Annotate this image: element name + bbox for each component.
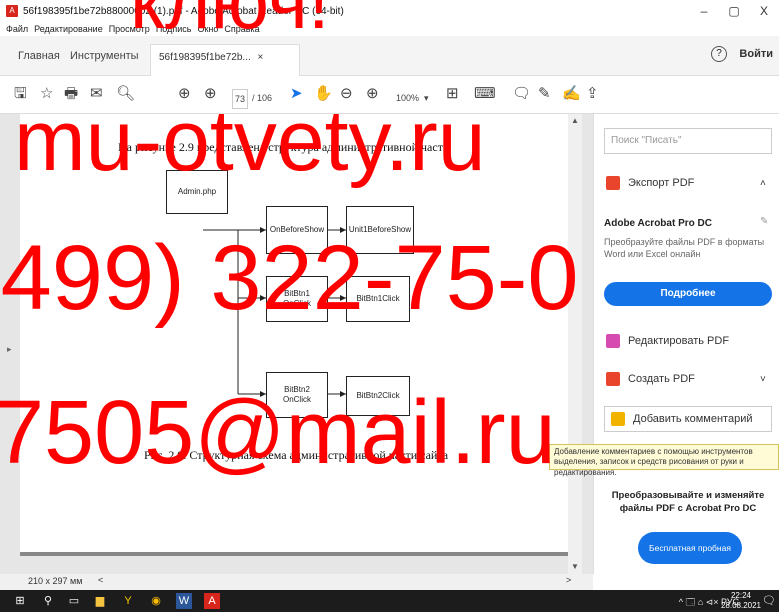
yandex-browser-icon[interactable]: Y [120,593,136,609]
page-size-label: 210 x 297 мм [28,576,83,586]
edit-pdf-icon [606,334,620,348]
tools-search-input[interactable]: Поиск "Писать" [604,128,772,154]
comment-icon[interactable]: 🗨 [512,85,531,103]
pdf-app-icon: A [6,5,18,17]
tab-document[interactable]: 56f198395f1be72b... × [150,44,300,76]
tool-create-pdf-label: Создать PDF [628,373,695,385]
watermark-line-3: (499) 322-75-0 [0,227,579,329]
help-icon[interactable]: ? [711,46,727,62]
free-trial-button[interactable]: Бесплатная пробная версия [638,532,742,585]
tab-home[interactable]: Главная [18,50,60,62]
chrome-icon[interactable]: ◉ [148,593,164,609]
clock[interactable]: 22:24 28.08.2021 [721,591,761,611]
create-pdf-icon [606,372,620,386]
tab-close-icon[interactable]: × [258,52,264,63]
comment-tool-icon [611,412,625,426]
tool-edit-pdf[interactable]: Редактировать PDF [606,334,729,348]
title-bar: A 56f198395f1be72b88000002 (1).pdf - Ado… [0,0,779,22]
export-pdf-icon [606,176,620,190]
promo-text: Преобразуйте файлы PDF в форматы Word ил… [604,237,765,260]
vertical-scrollbar[interactable]: ▲ ▼ [568,114,582,574]
scroll-right-icon[interactable]: > [566,575,571,585]
menu-file[interactable]: Файл [6,24,28,34]
page-separator [20,552,568,556]
signin-button[interactable]: Войти [739,48,773,60]
tab-document-label: 56f198395f1be72b... [159,52,251,63]
pen-icon[interactable]: ✎ [538,85,551,103]
share-icon[interactable]: ⇪ [586,85,599,103]
watermark-line-2: mu-otvety.ru [14,93,486,189]
notifications-icon[interactable]: 🗨 [762,594,776,607]
scroll-down-icon[interactable]: ▼ [571,562,579,571]
scroll-up-icon[interactable]: ▲ [571,116,579,125]
clock-time: 22:24 [730,591,751,600]
menu-edit[interactable]: Редактирование [34,24,103,34]
watermark-line-1: ключ! [130,0,330,45]
file-explorer-icon[interactable]: ▆ [92,593,108,609]
acrobat-taskbar-icon[interactable]: A [204,593,220,609]
task-view-icon[interactable]: ▭ [66,593,82,609]
convert-promo-title: Преобразовывайте и изменяйте файлы PDF с… [611,490,765,514]
close-button[interactable]: X [749,0,779,22]
search-icon[interactable]: ⚲ [40,593,56,609]
chevron-up-icon[interactable]: ˄ [760,178,766,189]
window-controls: – ▢ X [689,0,779,22]
clock-date: 28.08.2021 [720,601,761,610]
sign-icon[interactable]: ✍ [562,85,581,103]
taskbar: ⊞ ⚲ ▭ ▆ Y ◉ W A ^ 🗔 ⌂ ⊲× РУС 22:24 28.08… [0,590,779,612]
chevron-down-icon[interactable]: ˅ [760,374,766,385]
tab-bar: Главная Инструменты 56f198395f1be72b... … [0,36,779,76]
word-icon[interactable]: W [176,593,192,609]
tab-tools[interactable]: Инструменты [70,50,139,62]
scroll-left-icon[interactable]: < [98,575,103,585]
windows-start-icon[interactable]: ⊞ [12,593,28,609]
tool-edit-pdf-label: Редактировать PDF [628,335,730,347]
promo-title: Adobe Acrobat Pro DC [604,218,712,229]
tool-export-pdf-label: Экспорт PDF [628,177,695,189]
tool-export-pdf[interactable]: Экспорт PDF [606,176,694,190]
pin-icon[interactable]: ✎ [760,216,768,227]
watermark-line-4: 7505@mail.ru [0,383,556,483]
comment-tooltip: Добавление комментариев с помощью инстру… [549,444,779,477]
status-bar: 210 x 297 мм < > [0,574,593,590]
tool-add-comment[interactable]: Добавить комментарий [604,406,772,432]
promo-more-button[interactable]: Подробнее [604,282,772,306]
maximize-button[interactable]: ▢ [719,0,749,22]
tool-create-pdf[interactable]: Создать PDF [606,372,695,386]
tool-add-comment-label: Добавить комментарий [633,413,753,425]
menu-bar: Файл Редактирование Просмотр Подпись Окн… [0,22,779,36]
minimize-button[interactable]: – [689,0,719,22]
tools-pane: Поиск "Писать" Экспорт PDF ˄ Adobe Acrob… [593,114,779,585]
expand-left-icon[interactable]: ▸ [7,344,12,355]
